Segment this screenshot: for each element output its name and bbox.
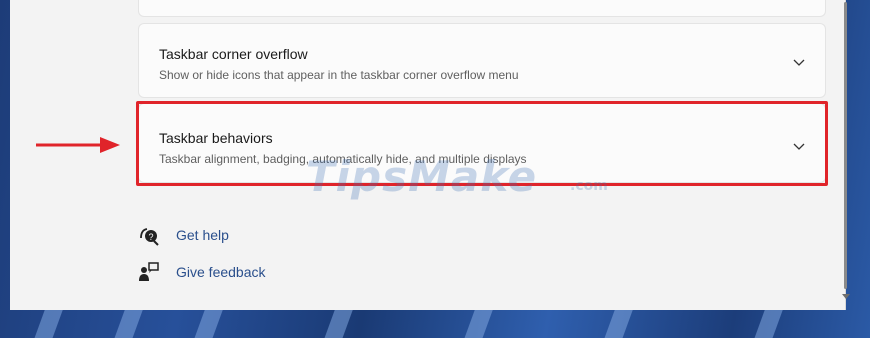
red-arrow-icon xyxy=(36,137,120,153)
setting-description: Show or hide icons that appear in the ta… xyxy=(159,68,519,82)
give-feedback-icon xyxy=(139,262,159,281)
give-feedback-link[interactable]: Give feedback xyxy=(176,264,266,280)
watermark-suffix: .com xyxy=(570,178,608,194)
get-help-icon: ? xyxy=(140,228,159,246)
settings-window: Taskbar corner overflow Show or hide ico… xyxy=(10,0,850,310)
scroll-down-arrow-icon[interactable] xyxy=(842,294,850,299)
get-help-link[interactable]: Get help xyxy=(176,227,229,243)
chevron-down-icon[interactable] xyxy=(791,54,807,70)
taskbar-corner-overflow-card[interactable]: Taskbar corner overflow Show or hide ico… xyxy=(138,23,826,98)
give-feedback-link-row[interactable]: Give feedback xyxy=(138,261,266,283)
vertical-scrollbar[interactable] xyxy=(841,0,851,308)
get-help-link-row[interactable]: ? Get help xyxy=(138,224,229,246)
setting-title: Taskbar corner overflow xyxy=(159,46,308,62)
scroll-thumb[interactable] xyxy=(844,2,847,289)
previous-setting-card[interactable] xyxy=(138,0,826,17)
svg-text:?: ? xyxy=(148,232,153,242)
watermark-text: TipsMake xyxy=(306,152,538,201)
